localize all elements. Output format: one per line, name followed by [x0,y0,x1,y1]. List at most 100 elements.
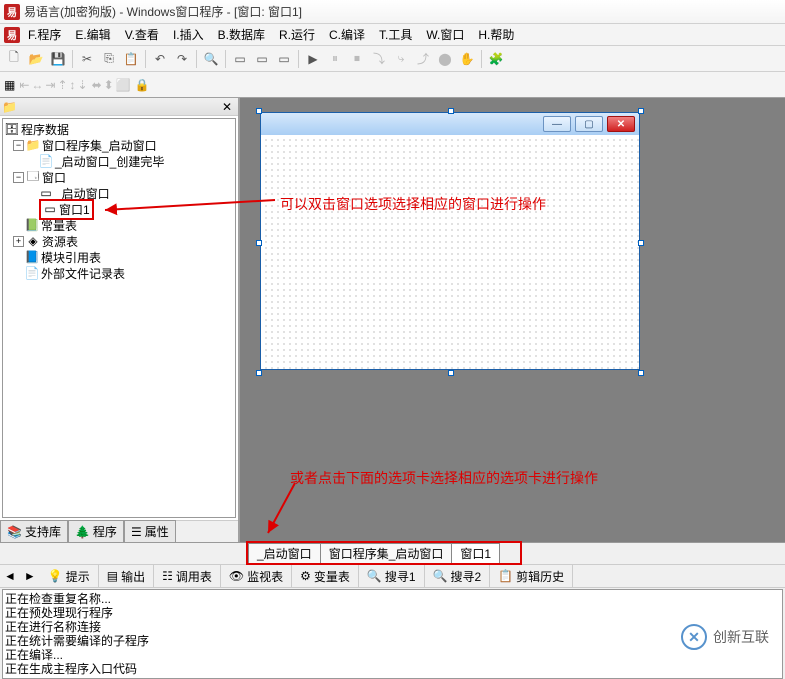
tree-node[interactable]: 资源表 [42,233,78,250]
tab-support-lib[interactable]: 📚支持库 [0,520,68,542]
align-right-icon[interactable]: ⇥ [45,78,55,92]
align-left-icon[interactable]: ⇤ [19,78,29,92]
same-size-icon[interactable]: ⬜ [116,78,131,92]
step-over-icon[interactable]: ⤵ [369,49,389,69]
cut-icon[interactable]: ✂ [77,49,97,69]
left-panel: 📁 ✕ 🗄程序数据 −📁窗口程序集_启动窗口 📄_启动窗口_创建完毕 −🗔窗口 … [0,98,240,542]
tree-node[interactable]: 常量表 [41,217,77,234]
hand-icon[interactable]: ✋ [457,49,477,69]
align-bottom-icon[interactable]: ⇣ [78,78,88,92]
menu-compile[interactable]: C.编译 [323,24,371,45]
close-panel-icon[interactable]: ✕ [222,100,236,114]
step-out-icon[interactable]: ⤴ [413,49,433,69]
output-line: 正在检查重复名称... [5,592,780,606]
paste-icon[interactable]: 📋 [121,49,141,69]
tab-watch[interactable]: 👁监视表 [221,565,292,588]
doc-tab-startup[interactable]: _启动窗口 [248,543,321,564]
file-icon: 📄 [25,266,39,280]
copy-icon[interactable]: ⎘ [99,49,119,69]
minimize-icon[interactable]: — [543,116,571,132]
tree-node[interactable]: 外部文件记录表 [41,265,125,282]
project-tree[interactable]: 🗄程序数据 −📁窗口程序集_启动窗口 📄_启动窗口_创建完毕 −🗔窗口 ▭_启动… [2,118,236,518]
same-width-icon[interactable]: ⬌ [92,78,102,92]
resize-handle[interactable] [638,108,644,114]
maximize-icon[interactable]: ▢ [575,116,603,132]
tree-node[interactable]: 窗口程序集_启动窗口 [42,137,157,154]
output-line: 正在进行名称连接 [5,620,780,634]
menu-tools[interactable]: T.工具 [373,24,418,45]
watermark-logo-icon: ✕ [681,624,707,650]
tree-node[interactable]: 窗口 [42,169,66,186]
menu-run[interactable]: R.运行 [273,24,321,45]
breakpoint-icon[interactable]: ⬤ [435,49,455,69]
db-icon: 🗄 [5,122,19,136]
tab-properties[interactable]: ☰属性 [124,520,176,542]
design-window-titlebar: — ▢ ✕ [261,113,639,135]
tree-node[interactable]: _启动窗口_创建完毕 [55,153,164,170]
window3-icon[interactable]: ▭ [274,49,294,69]
save-icon[interactable]: 💾 [48,49,68,69]
pause-icon[interactable]: ⏸ [325,49,345,69]
menu-window[interactable]: W.窗口 [420,24,470,45]
tab-search1[interactable]: 🔍搜寻1 [359,565,425,588]
menu-edit[interactable]: E.编辑 [69,24,116,45]
tab-search2[interactable]: 🔍搜寻2 [425,565,491,588]
menu-help[interactable]: H.帮助 [472,24,520,45]
resize-handle[interactable] [448,108,454,114]
grid-icon[interactable]: ▦ [4,78,15,92]
new-icon[interactable]: 🗋 [4,49,24,69]
resize-handle[interactable] [638,240,644,246]
tab-output[interactable]: ▤输出 [99,565,154,588]
resize-handle[interactable] [638,370,644,376]
collapse-icon[interactable]: − [13,172,24,183]
title-bar: 易 易语言(加密狗版) - Windows窗口程序 - [窗口: 窗口1] [0,0,785,24]
open-icon[interactable]: 📂 [26,49,46,69]
doc-tab-programset[interactable]: 窗口程序集_启动窗口 [320,543,453,564]
tree-node[interactable]: 模块引用表 [41,249,101,266]
module-icon[interactable]: 🧩 [486,49,506,69]
menu-view[interactable]: V.查看 [119,24,165,45]
window2-icon[interactable]: ▭ [252,49,272,69]
design-window-body[interactable] [261,135,639,369]
form-designer[interactable]: — ▢ ✕ 可以双击窗口选项选择相应的窗口进行操作 或者点击下面的选项卡选择相应… [240,98,785,542]
window1-icon[interactable]: ▭ [230,49,250,69]
undo-icon[interactable]: ↶ [150,49,170,69]
align-center-icon[interactable]: ↔ [31,78,43,92]
next-icon[interactable]: ► [20,569,40,583]
folder-icon[interactable]: 📁 [2,100,16,114]
tab-program[interactable]: 🌲程序 [68,520,124,542]
tab-hint[interactable]: 💡提示 [40,565,99,588]
run-icon[interactable]: ▶ [303,49,323,69]
same-height-icon[interactable]: ⬍ [104,78,114,92]
lock-icon[interactable]: 🔒 [135,78,150,92]
prev-icon[interactable]: ◄ [0,569,20,583]
stop-icon[interactable]: ⏹ [347,49,367,69]
find-icon[interactable]: 🔍 [201,49,221,69]
tree-root[interactable]: 程序数据 [21,121,69,138]
align-middle-icon[interactable]: ↕ [70,78,76,92]
resize-handle[interactable] [256,370,262,376]
resize-handle[interactable] [448,370,454,376]
resize-handle[interactable] [256,240,262,246]
redo-icon[interactable]: ↷ [172,49,192,69]
tab-callstack[interactable]: ☷调用表 [154,565,221,588]
step-into-icon[interactable]: ⤷ [391,49,411,69]
tree-node-selected[interactable]: 窗口1 [59,201,90,218]
doc-tab-window1[interactable]: 窗口1 [451,543,500,564]
close-icon[interactable]: ✕ [607,116,635,132]
design-canvas[interactable]: — ▢ ✕ [260,112,640,372]
stack-icon: ☷ [162,569,173,583]
resize-handle[interactable] [256,108,262,114]
tab-variables[interactable]: ⚙变量表 [292,565,359,588]
tab-cliphistory[interactable]: 📋剪辑历史 [490,565,573,588]
design-window[interactable]: — ▢ ✕ [260,112,640,370]
toolbar-align: ▦ ⇤ ↔ ⇥ ⇡ ↕ ⇣ ⬌ ⬍ ⬜ 🔒 [0,72,785,98]
menu-file[interactable]: F.程序 [22,24,67,45]
align-top-icon[interactable]: ⇡ [57,78,67,92]
collapse-icon[interactable]: − [13,140,24,151]
bulb-icon: 💡 [48,569,63,583]
menu-database[interactable]: B.数据库 [212,24,271,45]
tree-icon: 🌲 [75,525,90,539]
expand-icon[interactable]: + [13,236,24,247]
menu-insert[interactable]: I.插入 [167,24,210,45]
